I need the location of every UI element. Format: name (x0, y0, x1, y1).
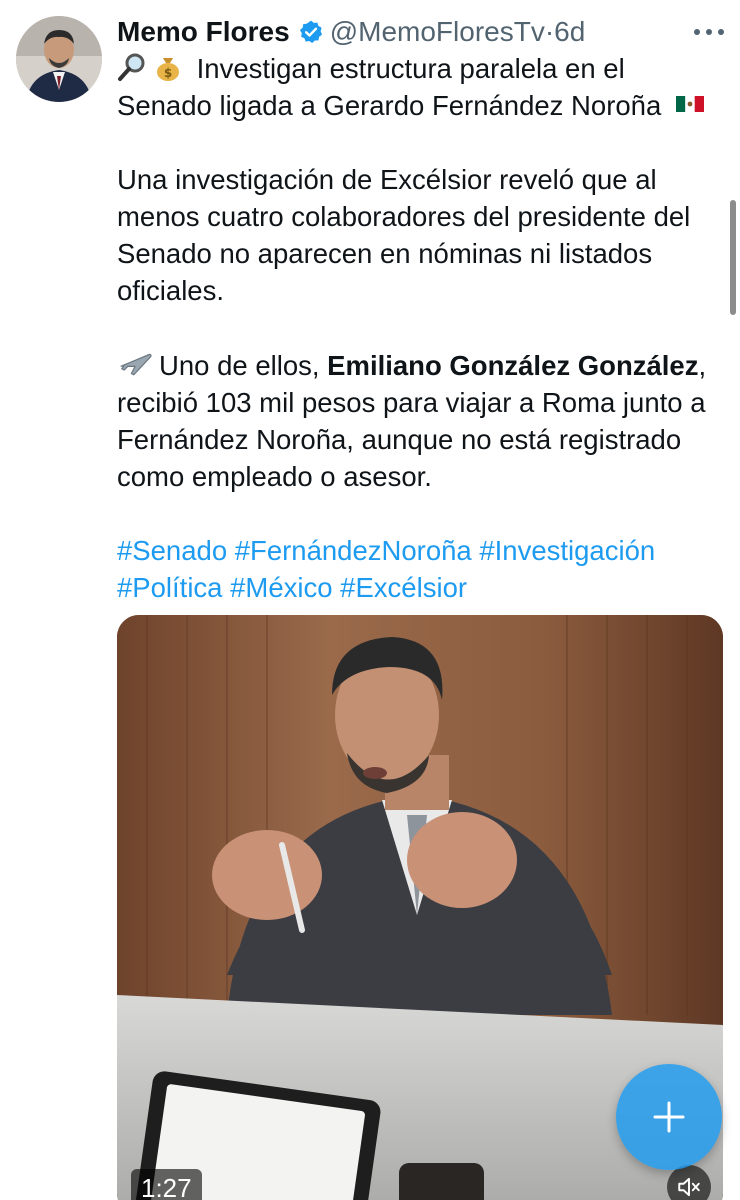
profile-photo-icon (16, 16, 102, 102)
tweet-screen: Memo Flores @MemoFloresTv · 6d $ Investi… (0, 0, 740, 1200)
hashtag-link[interactable]: #México (230, 572, 332, 603)
verified-badge-icon (299, 20, 322, 44)
svg-text:$: $ (164, 66, 172, 80)
scrollbar-thumb[interactable] (730, 200, 736, 315)
headline-line: $ Investigan estructura paralela en el S… (117, 50, 717, 124)
compose-button[interactable] (616, 1064, 722, 1170)
more-options-icon[interactable] (694, 20, 724, 44)
tweet-text: $ Investigan estructura paralela en el S… (117, 50, 717, 606)
hashtag-link[interactable]: #FernándezNoroña (235, 535, 472, 566)
headline-text: Investigan estructura paralela en el Sen… (117, 53, 662, 121)
author-handle[interactable]: @MemoFloresTv (330, 16, 545, 48)
money-bag-emoji-icon: $ (157, 58, 179, 81)
plus-icon (653, 1101, 685, 1133)
meta-separator: · (544, 16, 555, 47)
author-avatar[interactable] (16, 16, 102, 102)
video-duration: 1:27 (131, 1169, 202, 1200)
paragraph-2-bold: Emiliano González González (327, 350, 699, 381)
magnifier-emoji-icon (118, 53, 145, 81)
paragraph-2: Uno de ellos, Emiliano González González… (117, 346, 717, 495)
hashtag-link[interactable]: #Senado (117, 535, 227, 566)
tweet-header: Memo Flores @MemoFloresTv · 6d (117, 12, 700, 52)
tweet-time[interactable]: 6d (554, 16, 585, 48)
hashtags: #Senado #FernándezNoroña #Investigación … (117, 532, 717, 606)
airplane-emoji-icon (120, 353, 152, 376)
speaker-muted-icon (678, 1177, 700, 1197)
hashtag-link[interactable]: #Excélsior (340, 572, 467, 603)
hashtag-link[interactable]: #Investigación (479, 535, 655, 566)
hashtag-link[interactable]: #Política (117, 572, 222, 603)
mexico-flag-emoji-icon (675, 96, 704, 112)
paragraph-2-pre: Uno de ellos, (159, 350, 328, 381)
paragraph-1: Una investigación de Excélsior reveló qu… (117, 164, 691, 306)
author-name[interactable]: Memo Flores (117, 16, 290, 48)
